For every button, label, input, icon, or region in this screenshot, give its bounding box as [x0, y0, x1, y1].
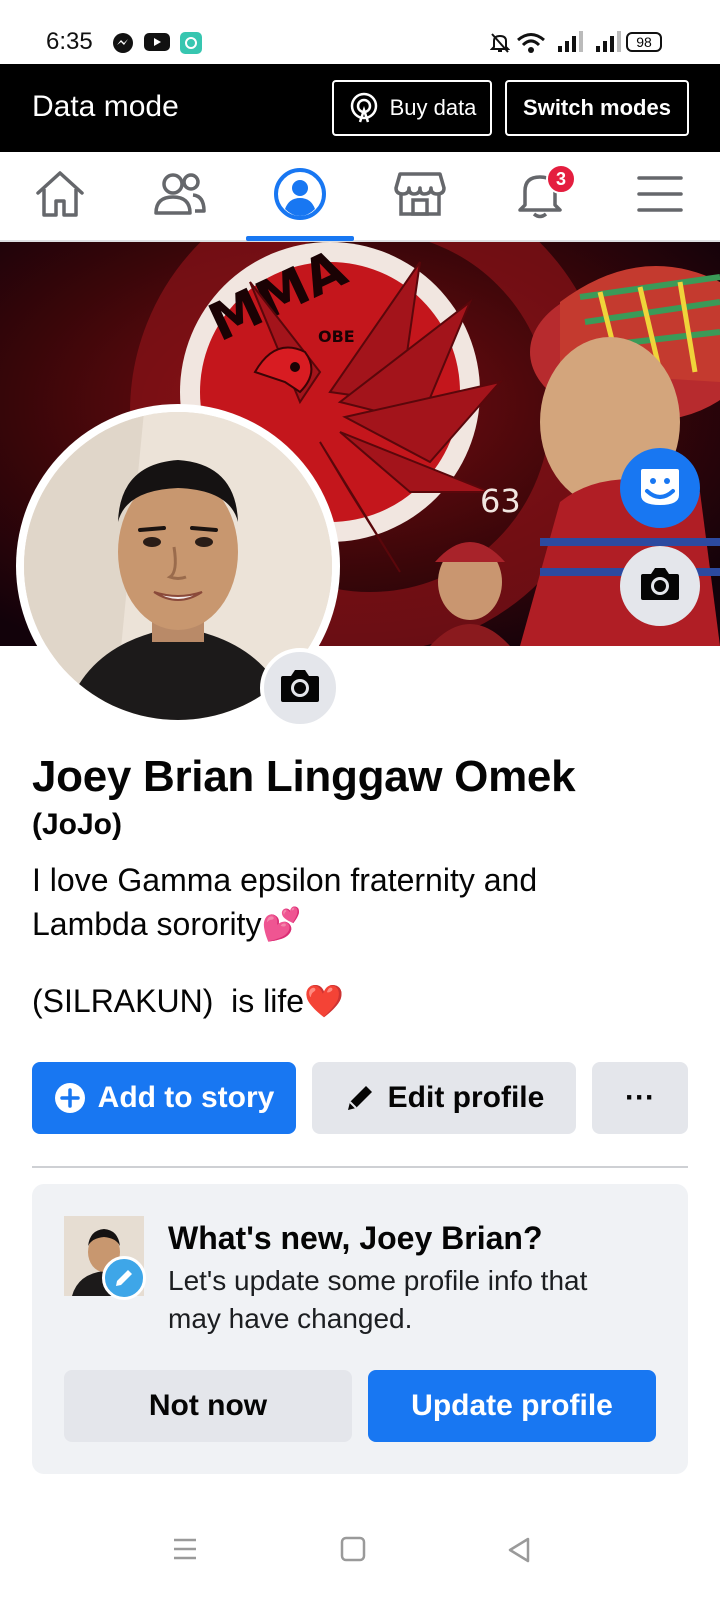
data-mode-bar: Data mode Buy data Switch modes — [0, 64, 720, 152]
app-icon — [180, 32, 202, 59]
profile-name: Joey Brian Linggaw Omek — [32, 752, 576, 801]
switch-modes-label: Switch modes — [523, 95, 671, 120]
edit-profile-button[interactable]: Edit profile — [312, 1062, 576, 1134]
add-to-story-button[interactable]: Add to story — [32, 1062, 296, 1134]
nav-notifications[interactable]: 3 — [480, 152, 600, 240]
whats-new-card: What's new, Joey Brian? Let's update som… — [32, 1184, 688, 1474]
edit-profile-label: Edit profile — [387, 1081, 545, 1114]
section-divider — [32, 1166, 688, 1168]
top-nav-bar: 3 — [0, 152, 720, 242]
edit-cover-photo-button[interactable] — [620, 546, 700, 626]
avatar-icon — [637, 463, 683, 514]
camera-icon — [639, 566, 681, 607]
profile-bio-line-3: (SILRAKUN) is life❤️ — [32, 982, 344, 1020]
menu-icon — [637, 174, 683, 219]
battery-indicator: 98 — [626, 32, 662, 52]
nav-friends[interactable] — [120, 152, 240, 240]
camera-icon — [279, 668, 321, 709]
nav-marketplace[interactable] — [360, 152, 480, 240]
signal-icon — [556, 30, 584, 59]
svg-text:OBE: OBE — [318, 327, 355, 346]
update-profile-button[interactable]: Update profile — [368, 1370, 656, 1442]
status-bar: 6:35 98 — [0, 0, 720, 64]
heart-emoji: ❤️ — [304, 983, 344, 1019]
messenger-icon — [112, 32, 134, 59]
pencil-icon — [344, 1082, 388, 1114]
status-time: 6:35 — [46, 28, 93, 55]
home-square-icon[interactable] — [340, 1536, 366, 1567]
avatar-button[interactable] — [620, 448, 700, 528]
not-now-button[interactable]: Not now — [64, 1370, 352, 1442]
mute-icon — [489, 32, 511, 59]
not-now-label: Not now — [148, 1389, 268, 1422]
card-subtitle: Let's update some profile info that may … — [168, 1265, 588, 1334]
profile-bio: I love Gamma epsilon fraternity and Lamb… — [32, 858, 672, 946]
bio-line-3: (SILRAKUN) is life — [32, 983, 305, 1019]
system-nav-bar — [0, 1500, 720, 1600]
youtube-icon — [144, 32, 170, 57]
broadcast-icon — [348, 92, 380, 124]
profile-nickname: (JoJo) — [32, 808, 122, 841]
card-title: What's new, Joey Brian? — [168, 1220, 543, 1256]
buy-data-button[interactable]: Buy data — [332, 80, 492, 136]
nav-menu[interactable] — [600, 152, 720, 240]
add-to-story-label: Add to story — [97, 1081, 275, 1114]
data-mode-title: Data mode — [32, 90, 179, 123]
card-pencil-badge — [102, 1256, 146, 1300]
svg-text:63: 63 — [480, 482, 521, 520]
plus-circle-icon — [54, 1082, 98, 1114]
profile-icon — [273, 167, 327, 226]
pencil-icon — [113, 1267, 135, 1289]
wifi-icon — [516, 32, 546, 59]
edit-profile-picture-button[interactable] — [260, 648, 340, 728]
back-icon[interactable] — [506, 1536, 532, 1569]
home-icon — [34, 169, 86, 224]
update-profile-label: Update profile — [411, 1389, 613, 1422]
marketplace-icon — [394, 170, 446, 223]
nav-home[interactable] — [0, 152, 120, 240]
bio-line-1: I love Gamma epsilon fraternity and — [32, 862, 538, 898]
active-tab-indicator — [246, 236, 354, 241]
switch-modes-button[interactable]: Switch modes — [505, 80, 689, 136]
more-options-button[interactable]: ··· — [592, 1062, 688, 1134]
bio-line-2: Lambda sorority — [32, 906, 262, 942]
two-hearts-emoji: 💕 — [261, 906, 302, 942]
nav-profile[interactable] — [240, 152, 360, 240]
buy-data-label: Buy data — [389, 95, 477, 120]
signal-icon-2 — [594, 30, 622, 59]
notification-badge: 3 — [546, 164, 576, 194]
recent-apps-icon[interactable] — [172, 1536, 198, 1567]
friends-icon — [153, 171, 207, 222]
battery-level: 98 — [636, 34, 652, 50]
more-options-label: ··· — [625, 1081, 655, 1114]
